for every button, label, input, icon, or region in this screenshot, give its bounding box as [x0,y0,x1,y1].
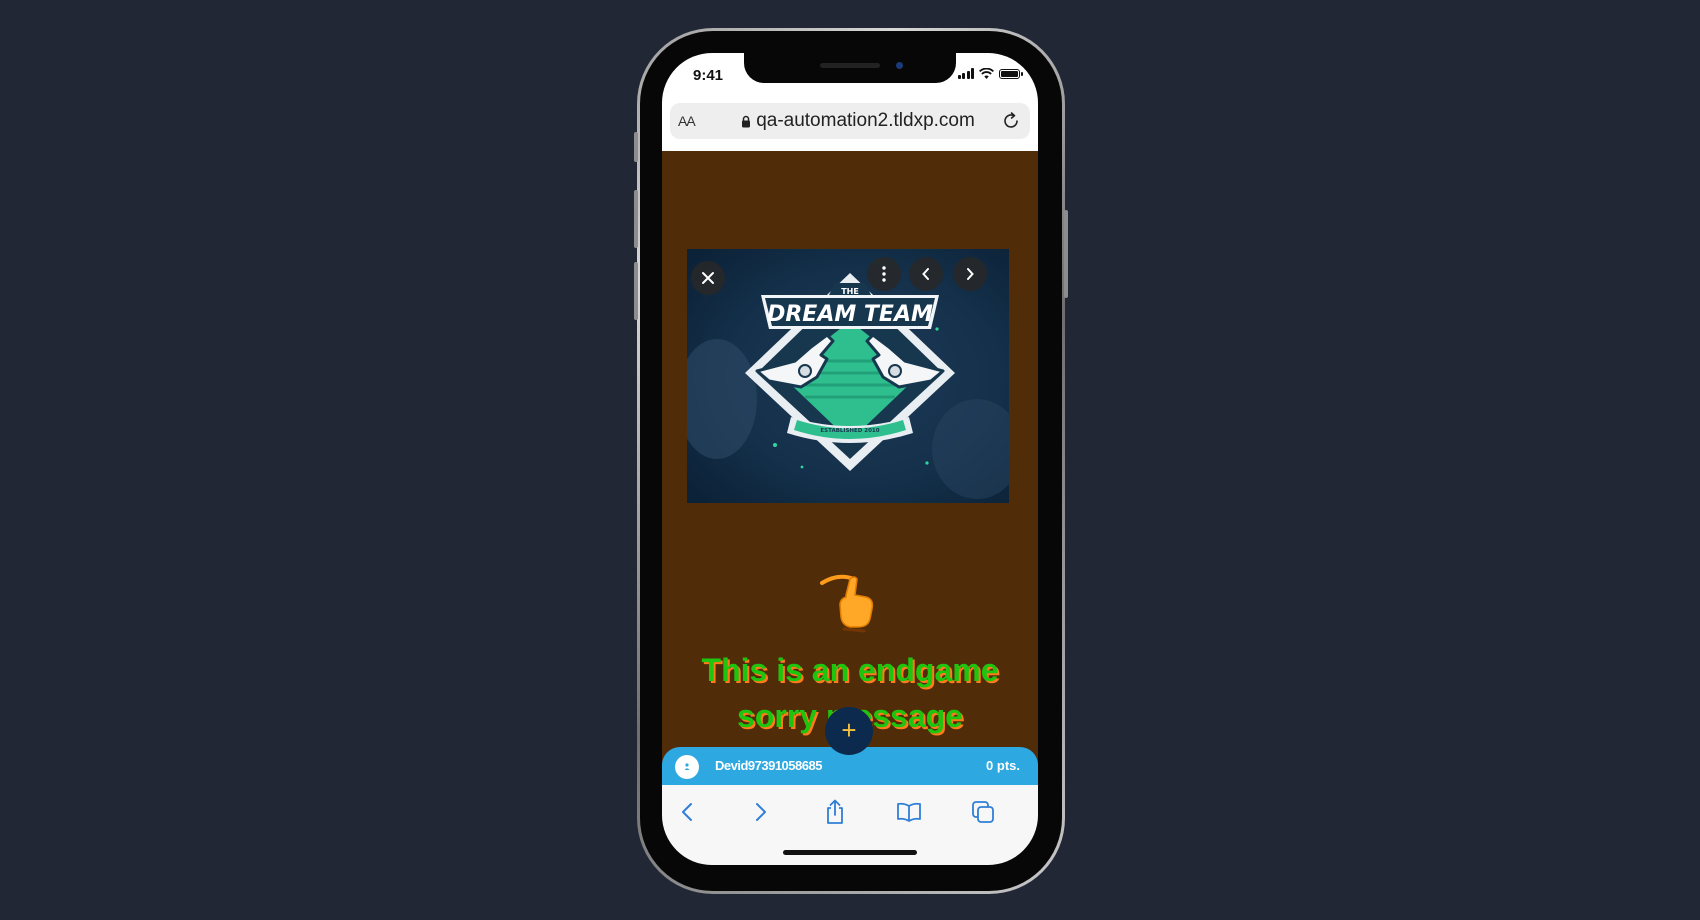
text-size-button[interactable]: AA [678,113,696,129]
tabs-icon [972,801,994,823]
phone-frame: 9:41 AA qa-automation2.tldxp.com THE DRE… [634,28,1068,894]
volume-down-button [634,262,638,320]
endgame-message-line1: This is an endgame [701,652,999,688]
wifi-icon [979,68,994,79]
power-button [1064,210,1068,298]
logo-small-text: THE [841,287,859,296]
forward-button[interactable] [746,797,776,827]
previous-image-button[interactable] [909,257,943,291]
lock-icon [742,115,751,127]
points: 0 pts. [986,758,1020,773]
user-icon [684,763,690,770]
phone-screen: 9:41 AA qa-automation2.tldxp.com THE DRE… [662,53,1038,865]
share-button[interactable] [820,797,850,827]
logo-ribbon-text: ESTABLISHED 2010 [820,428,879,434]
address-bar[interactable]: AA qa-automation2.tldxp.com [670,103,1030,139]
close-icon [702,272,714,284]
tap-hand-icon [820,574,874,633]
dream-team-banner: THE DREAM TEAM ESTABLISHED 2010 [687,249,1009,503]
status-icons [957,68,1023,79]
username: Devid97391058685 [715,758,822,773]
back-button[interactable] [672,797,702,827]
mute-switch [634,132,638,162]
battery-icon [999,68,1023,79]
url-text[interactable]: qa-automation2.tldxp.com [756,110,975,132]
tabs-button[interactable] [968,797,998,827]
notch [744,53,956,83]
volume-up-button [634,190,638,248]
close-button[interactable] [691,261,725,295]
bookmarks-button[interactable] [894,797,924,827]
avatar[interactable] [675,755,699,779]
back-icon [682,803,692,821]
more-vertical-icon [882,266,886,282]
status-time: 9:41 [693,67,724,84]
home-indicator[interactable] [783,850,917,855]
next-image-button[interactable] [953,257,987,291]
chevron-left-icon [922,268,929,280]
cellular-signal-icon [957,68,974,79]
share-icon [827,799,843,824]
more-options-button[interactable] [867,257,901,291]
logo-title: DREAM TEAM [767,302,933,327]
reload-icon[interactable] [1000,110,1022,132]
forward-icon [756,803,766,821]
chevron-right-icon [967,268,974,280]
add-button[interactable]: + [825,707,873,755]
bookmarks-icon [897,802,921,822]
